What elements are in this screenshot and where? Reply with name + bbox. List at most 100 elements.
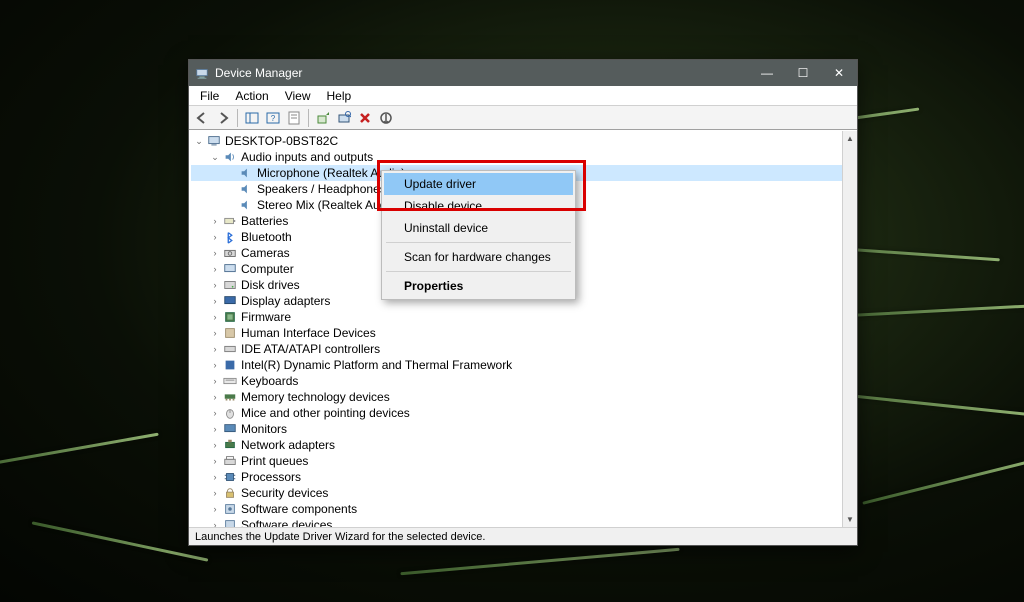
expander-closed-icon[interactable]: › bbox=[209, 327, 221, 339]
audio-icon bbox=[222, 149, 238, 165]
expander-closed-icon[interactable]: › bbox=[209, 295, 221, 307]
ctx-separator bbox=[386, 271, 571, 272]
tree-category[interactable]: › Software components bbox=[191, 501, 842, 517]
expander-closed-icon[interactable]: › bbox=[209, 247, 221, 259]
device-icon bbox=[222, 373, 238, 389]
titlebar[interactable]: Device Manager — ☐ ✕ bbox=[189, 60, 857, 86]
expander-open-icon[interactable]: ⌄ bbox=[193, 135, 205, 147]
toolbar: ? bbox=[189, 106, 857, 130]
tree-label: Keyboards bbox=[241, 374, 298, 388]
scan-hardware-button[interactable] bbox=[334, 108, 354, 128]
expander-closed-icon[interactable]: › bbox=[209, 343, 221, 355]
ctx-uninstall-device[interactable]: Uninstall device bbox=[384, 217, 573, 239]
expander-none bbox=[225, 183, 237, 195]
device-icon bbox=[222, 293, 238, 309]
tree-category[interactable]: ›Firmware bbox=[191, 309, 842, 325]
tree-category[interactable]: ›Network adapters bbox=[191, 437, 842, 453]
vertical-scrollbar[interactable]: ▲ ▼ bbox=[842, 131, 857, 527]
ctx-update-driver[interactable]: Update driver bbox=[384, 173, 573, 195]
tree-label: DESKTOP-0BST82C bbox=[225, 134, 338, 148]
ctx-properties[interactable]: Properties bbox=[384, 275, 573, 297]
expander-closed-icon[interactable]: › bbox=[209, 519, 221, 527]
expander-open-icon[interactable]: ⌄ bbox=[209, 151, 221, 163]
tree-label: Disk drives bbox=[241, 278, 300, 292]
expander-closed-icon[interactable]: › bbox=[209, 391, 221, 403]
maximize-button[interactable]: ☐ bbox=[785, 60, 821, 86]
expander-closed-icon[interactable]: › bbox=[209, 439, 221, 451]
expander-none bbox=[225, 199, 237, 211]
tree-label: Print queues bbox=[241, 454, 308, 468]
tree-category[interactable]: › Mice and other pointing devices bbox=[191, 405, 842, 421]
expander-closed-icon[interactable]: › bbox=[209, 375, 221, 387]
tree-label: Mice and other pointing devices bbox=[241, 406, 410, 420]
svg-text:?: ? bbox=[271, 114, 276, 123]
device-icon bbox=[222, 309, 238, 325]
tree-category[interactable]: › Intel(R) Dynamic Platform and Thermal F… bbox=[191, 357, 842, 373]
forward-button[interactable] bbox=[213, 108, 233, 128]
show-hide-tree-button[interactable] bbox=[242, 108, 262, 128]
expander-closed-icon[interactable]: › bbox=[209, 359, 221, 371]
tree-category[interactable]: › IDE ATA/ATAPI controllers bbox=[191, 341, 842, 357]
expander-none bbox=[225, 167, 237, 179]
disable-button[interactable] bbox=[376, 108, 396, 128]
tree-root[interactable]: ⌄ DESKTOP-0BST82C bbox=[191, 133, 842, 149]
ctx-disable-device[interactable]: Disable device bbox=[384, 195, 573, 217]
expander-closed-icon[interactable]: › bbox=[209, 263, 221, 275]
menu-view[interactable]: View bbox=[278, 87, 318, 105]
separator bbox=[308, 109, 309, 127]
expander-closed-icon[interactable]: › bbox=[209, 215, 221, 227]
device-icon bbox=[222, 261, 238, 277]
expander-closed-icon[interactable]: › bbox=[209, 423, 221, 435]
computer-icon bbox=[206, 133, 222, 149]
device-icon bbox=[222, 405, 238, 421]
close-button[interactable]: ✕ bbox=[821, 60, 857, 86]
tree-label: IDE ATA/ATAPI controllers bbox=[241, 342, 380, 356]
tree-label: Software components bbox=[241, 502, 357, 516]
tree-label: Bluetooth bbox=[241, 230, 292, 244]
expander-closed-icon[interactable]: › bbox=[209, 311, 221, 323]
scroll-up-button[interactable]: ▲ bbox=[843, 131, 857, 146]
minimize-button[interactable]: — bbox=[749, 60, 785, 86]
properties-button[interactable] bbox=[284, 108, 304, 128]
device-icon bbox=[222, 341, 238, 357]
window-title: Device Manager bbox=[215, 66, 302, 80]
expander-closed-icon[interactable]: › bbox=[209, 455, 221, 467]
context-menu: Update driver Disable device Uninstall d… bbox=[381, 170, 576, 300]
tree-category[interactable]: › Keyboards bbox=[191, 373, 842, 389]
tree-category[interactable]: ›Software devices bbox=[191, 517, 842, 527]
device-icon bbox=[222, 485, 238, 501]
scroll-down-button[interactable]: ▼ bbox=[843, 512, 857, 527]
menu-help[interactable]: Help bbox=[320, 87, 359, 105]
uninstall-button[interactable] bbox=[355, 108, 375, 128]
tree-category[interactable]: ›Processors bbox=[191, 469, 842, 485]
tree-category[interactable]: › Print queues bbox=[191, 453, 842, 469]
audio-icon bbox=[238, 165, 254, 181]
menu-file[interactable]: File bbox=[193, 87, 226, 105]
tree-category-audio[interactable]: ⌄ Audio inputs and outputs bbox=[191, 149, 842, 165]
expander-closed-icon[interactable]: › bbox=[209, 471, 221, 483]
tree-category[interactable]: ›Memory technology devices bbox=[191, 389, 842, 405]
tree-label: Computer bbox=[241, 262, 294, 276]
tree-category[interactable]: ›Human Interface Devices bbox=[191, 325, 842, 341]
update-driver-button[interactable] bbox=[313, 108, 333, 128]
menu-action[interactable]: Action bbox=[228, 87, 275, 105]
expander-closed-icon[interactable]: › bbox=[209, 279, 221, 291]
tree-label: Intel(R) Dynamic Platform and Thermal Fr… bbox=[241, 358, 512, 372]
tree-label: Display adapters bbox=[241, 294, 330, 308]
tree-category[interactable]: › Monitors bbox=[191, 421, 842, 437]
device-icon bbox=[222, 277, 238, 293]
expander-closed-icon[interactable]: › bbox=[209, 407, 221, 419]
ctx-scan-hardware[interactable]: Scan for hardware changes bbox=[384, 246, 573, 268]
help-button[interactable]: ? bbox=[263, 108, 283, 128]
expander-closed-icon[interactable]: › bbox=[209, 503, 221, 515]
device-icon bbox=[222, 421, 238, 437]
tree-category[interactable]: ›Security devices bbox=[191, 485, 842, 501]
tree-label: Monitors bbox=[241, 422, 287, 436]
expander-closed-icon[interactable]: › bbox=[209, 487, 221, 499]
back-button[interactable] bbox=[192, 108, 212, 128]
expander-closed-icon[interactable]: › bbox=[209, 231, 221, 243]
device-manager-window: Device Manager — ☐ ✕ File Action View He… bbox=[188, 59, 858, 546]
tree-label: Audio inputs and outputs bbox=[241, 150, 373, 164]
status-bar: Launches the Update Driver Wizard for th… bbox=[189, 527, 857, 545]
device-icon bbox=[222, 469, 238, 485]
